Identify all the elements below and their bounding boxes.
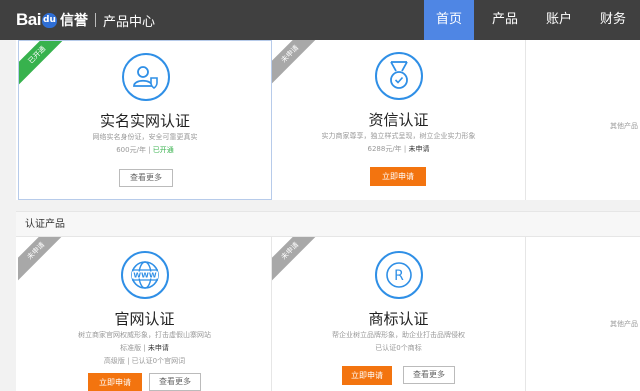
apply-now-button[interactable]: 立即申请 [88,373,142,391]
card-title: 资信认证 [368,111,429,129]
top-bar: Bai du 信誉 产品中心 首页 产品 账户 财务 [0,0,640,40]
card-title: 商标认证 [368,310,429,328]
nav-home[interactable]: 首页 [423,0,474,40]
apply-now-button[interactable]: 立即申请 [342,366,392,385]
product-card-realname[interactable]: 已开通 实名实网认证 网络实名身份证，安全可靠更真实 600元/年 | 已开通 … [18,40,272,200]
card-description: 树立商家官网权威形象，打击虚假山寨网站 [78,331,211,339]
card-title: 官网认证 [114,310,175,328]
other-products-label: 其他产品 [610,320,638,328]
standard-edition-line: 标准版 | 未申请 [120,344,169,352]
product-card-trademark[interactable]: 未申请 R 商标认证 帮企业树立品牌形象，助企业打击品牌侵权 已认证0个商标 立… [272,237,526,391]
logo-separator [94,13,96,27]
advanced-edition-line: 高级版 | 已认证0个官网词 [103,357,186,365]
svg-text:WWW: WWW [133,272,156,280]
edition-label: 标准版 [120,344,142,352]
main-nav: 首页 产品 账户 财务 [423,0,640,40]
medal-icon [375,52,423,100]
view-more-button[interactable]: 查看更多 [403,366,455,384]
price: 6288元/年 [367,145,402,153]
card-description: 实力商家尊享，独立样式呈现，树立企业实力形象 [321,132,476,140]
card-description: 网络实名身份证，安全可靠更真实 [92,133,198,141]
card-title: 实名实网认证 [99,112,190,130]
section-title-certification: 认证产品 [16,211,640,237]
nav-account[interactable]: 账户 [532,0,586,40]
product-card-official-site[interactable]: 未申请 WWW 官网认证 树立商家官网权威形象，打击虚假山寨网站 标准版 | 未… [18,237,272,391]
status-ribbon: 未申请 [272,237,324,285]
apply-now-button[interactable]: 立即申请 [370,167,426,186]
status-ribbon: 已开通 [19,41,71,89]
status-ribbon: 未申请 [18,237,70,285]
logo-product-center: 产品中心 [102,14,155,30]
card-price-line: 600元/年 | 已开通 [116,146,174,154]
user-shield-icon [122,53,170,101]
baidu-xinyu-logo[interactable]: Bai du 信誉 产品中心 [16,9,155,31]
registered-trademark-icon: R [375,251,423,299]
card-description: 帮企业树立品牌形象，助企业打击品牌侵权 [332,331,465,339]
card-price-line: 6288元/年 | 未申请 [367,145,430,153]
svg-text:R: R [394,268,404,284]
nav-finance[interactable]: 财务 [586,0,640,40]
baidu-paw-icon: du [41,12,57,28]
logo-bai: Bai [16,10,41,29]
trademark-count-line: 已认证0个商标 [375,344,422,352]
product-card-credit[interactable]: 未申请 资信认证 实力商家尊享，独立样式呈现，树立企业实力形象 6288元/年 … [272,40,526,200]
view-more-button[interactable]: 查看更多 [119,169,173,187]
view-more-button[interactable]: 查看更多 [149,373,201,391]
other-products-label: 其他产品 [610,122,638,130]
price: 600元/年 [116,146,146,154]
globe-www-icon: WWW [121,251,169,299]
logo-xinyu: 信誉 [59,13,88,29]
status-text: 未申请 [147,344,169,352]
status-text: 已开通 [152,146,174,154]
status-text: 未申请 [408,145,430,153]
nav-products[interactable]: 产品 [478,0,532,40]
status-ribbon: 未申请 [272,40,324,88]
